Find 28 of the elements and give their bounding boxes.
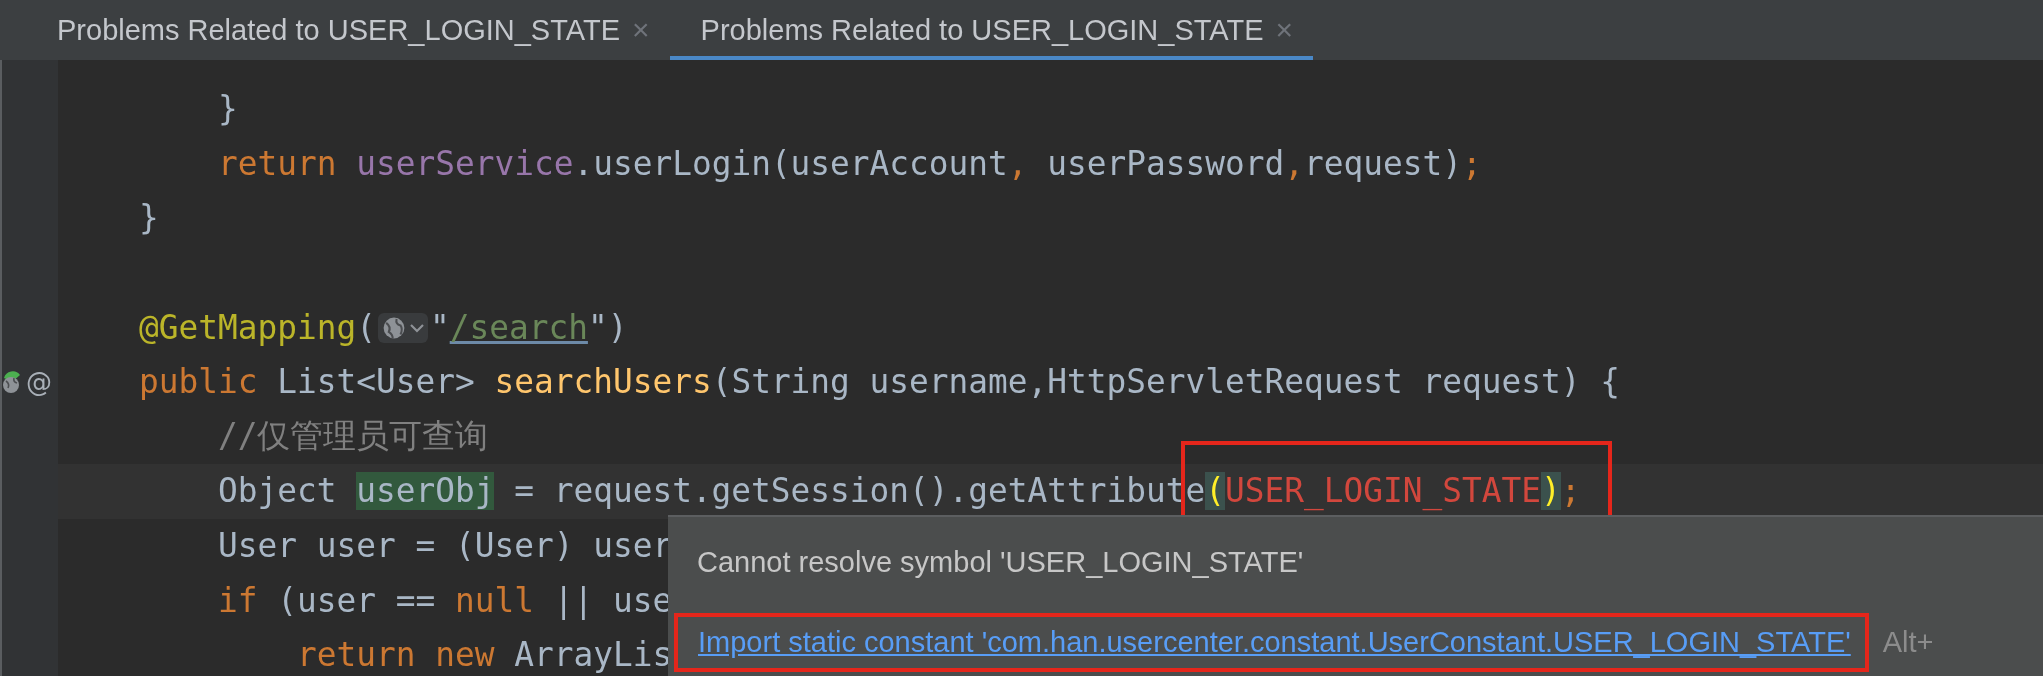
code-text: " bbox=[429, 308, 450, 347]
code-line: User user = (User) user bbox=[216, 527, 673, 566]
code-text: userObj bbox=[356, 472, 495, 511]
code-text: ; bbox=[1560, 472, 1581, 511]
gutter-mark[interactable]: @ bbox=[26, 367, 52, 398]
code-text: ( bbox=[356, 308, 376, 347]
code-text: ") bbox=[587, 308, 628, 347]
code-line: return userService.userLogin(userAccount, userPassword,request); bbox=[216, 144, 1482, 183]
error-message: Cannot resolve symbol 'USER_LOGIN_STATE' bbox=[697, 545, 1304, 579]
endpoint-inlay[interactable] bbox=[377, 312, 428, 343]
code-text: ) bbox=[1540, 472, 1561, 511]
code-line: return new ArrayLis bbox=[295, 636, 673, 675]
code-text: @GetMapping bbox=[139, 308, 357, 347]
code-text: USER_LOGIN_STATE bbox=[1225, 472, 1541, 511]
code-line: } bbox=[139, 199, 159, 238]
code-text: ( bbox=[1205, 472, 1225, 511]
code-line: //仅管理员可查询 bbox=[216, 416, 489, 458]
code-line: } bbox=[216, 90, 238, 129]
code-line: if (user == null || use bbox=[216, 581, 673, 620]
code-text: /search bbox=[449, 308, 588, 347]
editor-tab[interactable]: Problems Related to USER_LOGIN_STATE × bbox=[26, 0, 670, 60]
code-text: Object bbox=[216, 472, 338, 511]
shortcut-hint: Alt+ bbox=[1882, 626, 1934, 659]
code-line: public List<User> searchUsers(String username,HttpServletRequest request) { bbox=[139, 363, 1620, 402]
editor-tab[interactable]: Problems Related to USER_LOGIN_STATE × bbox=[669, 0, 1314, 60]
globe-icon[interactable] bbox=[2, 369, 22, 396]
import-link[interactable]: Import static constant 'com.han.usercenter.constant.UserConstant.USER_LOGIN_STATE' bbox=[698, 626, 1851, 659]
chevron-icon bbox=[408, 321, 425, 334]
